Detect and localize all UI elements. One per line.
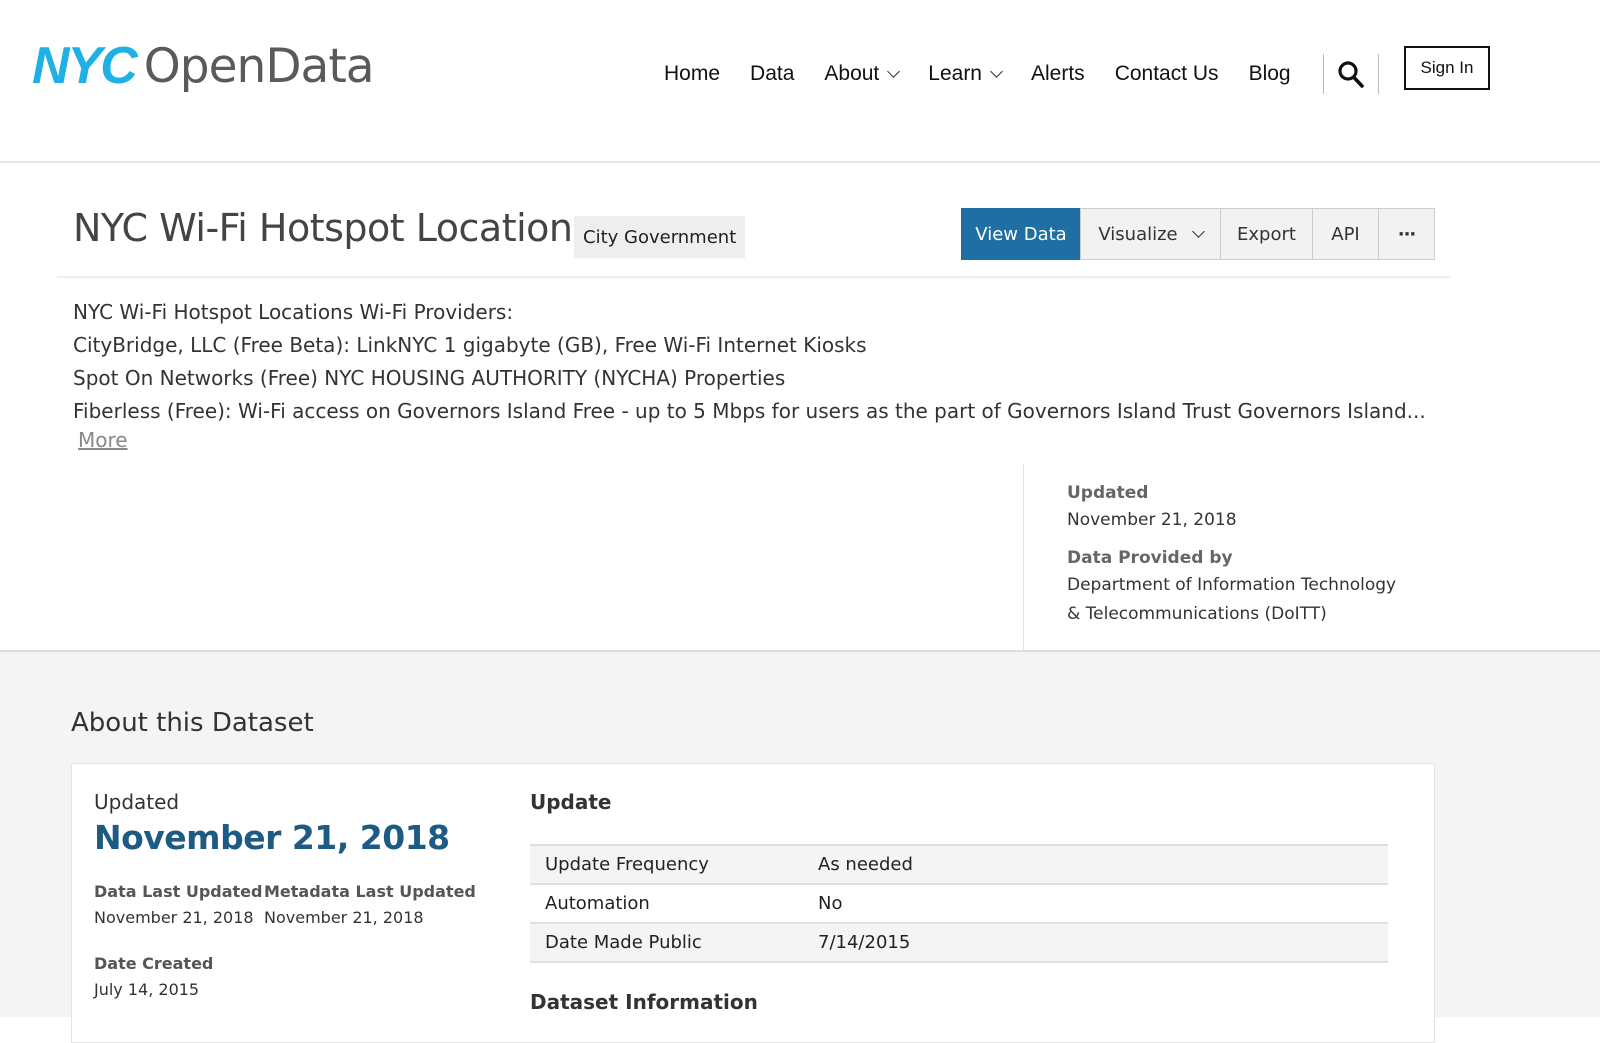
row-value: 7/14/2015 <box>818 932 911 953</box>
data-last-updated-label: Data Last Updated <box>94 882 263 901</box>
table-row: Update Frequency As needed <box>530 846 1388 885</box>
description-line: CityBridge, LLC (Free Beta): LinkNYC 1 g… <box>73 333 867 357</box>
about-updated-date: November 21, 2018 <box>94 818 450 857</box>
nav-alerts[interactable]: Alerts <box>1031 62 1085 86</box>
chevron-down-icon <box>1191 224 1205 238</box>
sign-in-button[interactable]: Sign In <box>1404 46 1490 90</box>
site-header: NYC OpenData Home Data About Learn Alert… <box>0 0 1600 163</box>
nav-home-label: Home <box>664 62 721 85</box>
row-key: Automation <box>545 893 650 914</box>
provided-by-value: Department of Information Technology & T… <box>1067 571 1427 629</box>
logo-nyc-mark: NYC <box>32 37 138 95</box>
nav-divider <box>1377 54 1379 94</box>
date-created-value: July 14, 2015 <box>94 980 200 999</box>
more-dots-icon: ··· <box>1397 223 1416 245</box>
date-created-label: Date Created <box>94 954 214 973</box>
export-button[interactable]: Export <box>1220 208 1313 260</box>
updated-label: Updated <box>1067 483 1149 503</box>
nav-about-label: About <box>824 62 880 85</box>
metadata-last-updated-label: Metadata Last Updated <box>264 882 476 901</box>
api-label: API <box>1331 223 1360 245</box>
updated-value: November 21, 2018 <box>1067 510 1237 530</box>
view-data-button[interactable]: View Data <box>961 208 1081 260</box>
nav-contact-us[interactable]: Contact Us <box>1115 62 1219 86</box>
chevron-down-icon <box>887 64 901 78</box>
more-link[interactable]: More <box>78 428 128 452</box>
provided-by-line: Department of Information Technology <box>1067 575 1397 595</box>
view-data-label: View Data <box>975 223 1067 245</box>
row-value: As needed <box>818 854 913 875</box>
search-icon <box>1337 61 1364 88</box>
category-badge[interactable]: City Government <box>574 216 746 258</box>
nav-home[interactable]: Home <box>664 62 720 86</box>
more-actions-button[interactable]: ··· <box>1378 208 1435 260</box>
row-key: Update Frequency <box>545 854 709 875</box>
provided-by-line: & Telecommunications (DoITT) <box>1067 604 1327 624</box>
dataset-meta-sidebar: Updated November 21, 2018 Data Provided … <box>1067 480 1427 629</box>
nyc-opendata-logo[interactable]: NYC OpenData <box>32 37 375 95</box>
row-key: Date Made Public <box>545 932 702 953</box>
nav-data-label: Data <box>750 62 795 85</box>
visualize-button[interactable]: Visualize <box>1080 208 1221 260</box>
data-last-updated: Data Last Updated November 21, 2018 <box>94 880 262 932</box>
nav-data[interactable]: Data <box>750 62 794 86</box>
row-value: No <box>818 893 843 914</box>
logo-opendata-text: OpenData <box>143 38 375 94</box>
chevron-down-icon <box>990 64 1003 78</box>
main-nav: Home Data About Learn Alerts Contact Us … <box>664 54 1379 94</box>
description-line: NYC Wi-Fi Hotspot Locations Wi-Fi Provid… <box>73 300 514 324</box>
metadata-last-updated-value: November 21, 2018 <box>264 908 424 927</box>
nav-learn[interactable]: Learn <box>928 62 1003 86</box>
visualize-label: Visualize <box>1098 223 1178 245</box>
description-line: Spot On Networks (Free) NYC HOUSING AUTH… <box>73 366 786 390</box>
dataset-information-title: Dataset Information <box>530 990 758 1014</box>
about-card: Updated November 21, 2018 Data Last Upda… <box>71 763 1435 1043</box>
about-updated-label: Updated <box>94 790 180 814</box>
nav-blog[interactable]: Blog <box>1249 62 1291 86</box>
nav-learn-label: Learn <box>928 62 982 85</box>
dataset-actions: View Data Visualize Export API ··· <box>961 208 1435 260</box>
search-button[interactable] <box>1324 54 1378 94</box>
dataset-title: NYC Wi-Fi Hotspot Locations <box>73 206 592 250</box>
nav-alerts-label: Alerts <box>1031 62 1085 85</box>
table-row: Date Made Public 7/14/2015 <box>530 924 1388 963</box>
title-divider <box>57 276 1450 278</box>
nav-blog-label: Blog <box>1248 62 1291 85</box>
dataset-description: NYC Wi-Fi Hotspot Locations Wi-Fi Provid… <box>73 296 1426 452</box>
metadata-last-updated: Metadata Last Updated November 21, 2018 <box>264 880 476 932</box>
description-line: Fiberless (Free): Wi-Fi access on Govern… <box>73 399 1426 423</box>
about-title: About this Dataset <box>71 708 314 738</box>
nav-contact-us-label: Contact Us <box>1114 62 1219 85</box>
update-section-title: Update <box>530 790 612 814</box>
provided-by-label: Data Provided by <box>1067 548 1233 568</box>
about-section: About this Dataset Updated November 21, … <box>0 650 1600 1043</box>
table-row: Automation No <box>530 885 1388 924</box>
date-created: Date Created July 14, 2015 <box>94 952 213 1004</box>
meta-divider <box>1023 464 1024 650</box>
update-table: Update Frequency As needed Automation No… <box>530 844 1388 963</box>
data-last-updated-value: November 21, 2018 <box>94 908 254 927</box>
api-button[interactable]: API <box>1312 208 1379 260</box>
export-label: Export <box>1237 223 1296 245</box>
nav-about[interactable]: About <box>824 62 901 86</box>
